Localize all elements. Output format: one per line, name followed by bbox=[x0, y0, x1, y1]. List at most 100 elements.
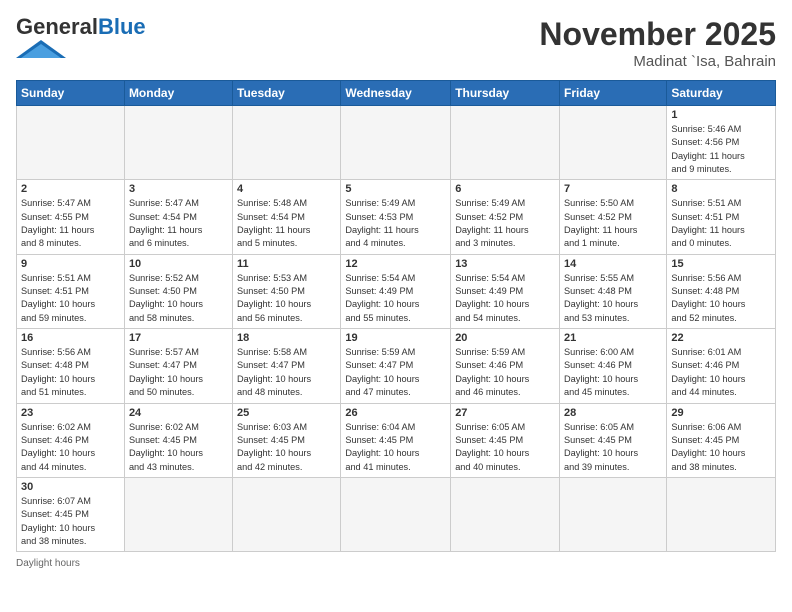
day-number: 8 bbox=[671, 183, 771, 195]
day-number: 20 bbox=[455, 332, 555, 344]
calendar-body: 1 Sunrise: 5:46 AM Sunset: 4:56 PM Daylig… bbox=[17, 106, 776, 552]
day-info: Sunrise: 5:46 AM Sunset: 4:56 PM Dayligh… bbox=[671, 123, 771, 176]
day-of-week-header: Wednesday bbox=[341, 81, 451, 106]
day-info: Sunrise: 5:48 AM Sunset: 4:54 PM Dayligh… bbox=[237, 197, 336, 250]
day-info: Sunrise: 5:49 AM Sunset: 4:53 PM Dayligh… bbox=[345, 197, 446, 250]
day-number: 1 bbox=[671, 109, 771, 121]
calendar-table: SundayMondayTuesdayWednesdayThursdayFrid… bbox=[16, 80, 776, 552]
calendar-day-cell bbox=[233, 106, 341, 180]
calendar-day-cell: 18Sunrise: 5:58 AM Sunset: 4:47 PM Dayli… bbox=[233, 329, 341, 403]
day-info: Sunrise: 6:04 AM Sunset: 4:45 PM Dayligh… bbox=[345, 421, 446, 474]
calendar-day-cell: 5 Sunrise: 5:49 AM Sunset: 4:53 PM Daylig… bbox=[341, 180, 451, 254]
calendar-day-cell: 11 Sunrise: 5:53 AM Sunset: 4:50 PM Dayli… bbox=[233, 254, 341, 328]
day-number: 16 bbox=[21, 332, 120, 344]
calendar-day-cell bbox=[560, 477, 667, 551]
calendar-day-cell: 12Sunrise: 5:54 AM Sunset: 4:49 PM Dayli… bbox=[341, 254, 451, 328]
calendar-day-cell: 26 Sunrise: 6:04 AM Sunset: 4:45 PM Dayli… bbox=[341, 403, 451, 477]
calendar-day-cell: 14 Sunrise: 5:55 AM Sunset: 4:48 PM Dayli… bbox=[560, 254, 667, 328]
day-number: 23 bbox=[21, 407, 120, 419]
day-info: Sunrise: 5:57 AM Sunset: 4:47 PM Dayligh… bbox=[129, 346, 228, 399]
calendar-day-cell bbox=[124, 106, 232, 180]
calendar-day-cell: 15 Sunrise: 5:56 AM Sunset: 4:48 PM Dayli… bbox=[667, 254, 776, 328]
day-info: Sunrise: 5:56 AM Sunset: 4:48 PM Dayligh… bbox=[21, 346, 120, 399]
day-info: Sunrise: 5:56 AM Sunset: 4:48 PM Dayligh… bbox=[671, 272, 771, 325]
day-number: 24 bbox=[129, 407, 228, 419]
calendar-week-row: 2Sunrise: 5:47 AM Sunset: 4:55 PM Daylig… bbox=[17, 180, 776, 254]
day-info: Sunrise: 6:06 AM Sunset: 4:45 PM Dayligh… bbox=[671, 421, 771, 474]
day-of-week-header: Saturday bbox=[667, 81, 776, 106]
calendar-header: SundayMondayTuesdayWednesdayThursdayFrid… bbox=[17, 81, 776, 106]
day-number: 22 bbox=[671, 332, 771, 344]
calendar-day-cell: 19Sunrise: 5:59 AM Sunset: 4:47 PM Dayli… bbox=[341, 329, 451, 403]
calendar-day-cell: 10 Sunrise: 5:52 AM Sunset: 4:50 PM Dayli… bbox=[124, 254, 232, 328]
day-info: Sunrise: 5:50 AM Sunset: 4:52 PM Dayligh… bbox=[564, 197, 662, 250]
page-header: GeneralBlue November 2025 Madinat `Isa, … bbox=[16, 16, 776, 70]
calendar-week-row: 23 Sunrise: 6:02 AM Sunset: 4:46 PM Dayli… bbox=[17, 403, 776, 477]
calendar-day-cell bbox=[451, 106, 560, 180]
calendar-day-cell: 28Sunrise: 6:05 AM Sunset: 4:45 PM Dayli… bbox=[560, 403, 667, 477]
day-of-week-header: Friday bbox=[560, 81, 667, 106]
calendar-day-cell: 22 Sunrise: 6:01 AM Sunset: 4:46 PM Dayli… bbox=[667, 329, 776, 403]
calendar-week-row: 30 Sunrise: 6:07 AM Sunset: 4:45 PM Dayli… bbox=[17, 477, 776, 551]
day-info: Sunrise: 5:53 AM Sunset: 4:50 PM Dayligh… bbox=[237, 272, 336, 325]
calendar-week-row: 9Sunrise: 5:51 AM Sunset: 4:51 PM Daylig… bbox=[17, 254, 776, 328]
calendar-day-cell: 30 Sunrise: 6:07 AM Sunset: 4:45 PM Dayli… bbox=[17, 477, 125, 551]
calendar-day-cell: 7Sunrise: 5:50 AM Sunset: 4:52 PM Daylig… bbox=[560, 180, 667, 254]
day-info: Sunrise: 6:07 AM Sunset: 4:45 PM Dayligh… bbox=[21, 495, 120, 548]
calendar-day-cell: 29 Sunrise: 6:06 AM Sunset: 4:45 PM Dayli… bbox=[667, 403, 776, 477]
day-info: Sunrise: 5:52 AM Sunset: 4:50 PM Dayligh… bbox=[129, 272, 228, 325]
day-number: 13 bbox=[455, 258, 555, 270]
day-number: 17 bbox=[129, 332, 228, 344]
day-number: 26 bbox=[345, 407, 446, 419]
calendar-day-cell bbox=[560, 106, 667, 180]
days-of-week-row: SundayMondayTuesdayWednesdayThursdayFrid… bbox=[17, 81, 776, 106]
logo-icon bbox=[16, 40, 66, 58]
day-info: Sunrise: 6:05 AM Sunset: 4:45 PM Dayligh… bbox=[564, 421, 662, 474]
calendar-day-cell: 17 Sunrise: 5:57 AM Sunset: 4:47 PM Dayli… bbox=[124, 329, 232, 403]
calendar-day-cell: 2Sunrise: 5:47 AM Sunset: 4:55 PM Daylig… bbox=[17, 180, 125, 254]
calendar-day-cell bbox=[341, 106, 451, 180]
day-number: 10 bbox=[129, 258, 228, 270]
calendar-day-cell: 24 Sunrise: 6:02 AM Sunset: 4:45 PM Dayli… bbox=[124, 403, 232, 477]
calendar-day-cell bbox=[17, 106, 125, 180]
day-info: Sunrise: 5:47 AM Sunset: 4:54 PM Dayligh… bbox=[129, 197, 228, 250]
day-info: Sunrise: 6:02 AM Sunset: 4:45 PM Dayligh… bbox=[129, 421, 228, 474]
day-number: 2 bbox=[21, 183, 120, 195]
logo-general: General bbox=[16, 14, 98, 39]
day-number: 25 bbox=[237, 407, 336, 419]
day-number: 9 bbox=[21, 258, 120, 270]
logo-wordmark: GeneralBlue bbox=[16, 16, 146, 38]
calendar-day-cell bbox=[341, 477, 451, 551]
calendar-day-cell: 25 Sunrise: 6:03 AM Sunset: 4:45 PM Dayli… bbox=[233, 403, 341, 477]
calendar-day-cell bbox=[233, 477, 341, 551]
day-number: 6 bbox=[455, 183, 555, 195]
day-info: Sunrise: 6:03 AM Sunset: 4:45 PM Dayligh… bbox=[237, 421, 336, 474]
calendar-day-cell: 16 Sunrise: 5:56 AM Sunset: 4:48 PM Dayli… bbox=[17, 329, 125, 403]
calendar-week-row: 1 Sunrise: 5:46 AM Sunset: 4:56 PM Daylig… bbox=[17, 106, 776, 180]
day-number: 4 bbox=[237, 183, 336, 195]
footer-note: Daylight hours bbox=[16, 558, 776, 569]
day-number: 12 bbox=[345, 258, 446, 270]
calendar-day-cell: 6Sunrise: 5:49 AM Sunset: 4:52 PM Daylig… bbox=[451, 180, 560, 254]
day-number: 3 bbox=[129, 183, 228, 195]
day-number: 15 bbox=[671, 258, 771, 270]
day-number: 27 bbox=[455, 407, 555, 419]
day-number: 30 bbox=[21, 481, 120, 493]
day-of-week-header: Sunday bbox=[17, 81, 125, 106]
calendar-day-cell: 20Sunrise: 5:59 AM Sunset: 4:46 PM Dayli… bbox=[451, 329, 560, 403]
calendar-day-cell: 8Sunrise: 5:51 AM Sunset: 4:51 PM Daylig… bbox=[667, 180, 776, 254]
day-number: 11 bbox=[237, 258, 336, 270]
day-number: 14 bbox=[564, 258, 662, 270]
day-number: 29 bbox=[671, 407, 771, 419]
day-info: Sunrise: 6:02 AM Sunset: 4:46 PM Dayligh… bbox=[21, 421, 120, 474]
day-info: Sunrise: 5:59 AM Sunset: 4:47 PM Dayligh… bbox=[345, 346, 446, 399]
title-block: November 2025 Madinat `Isa, Bahrain bbox=[539, 16, 776, 70]
calendar-day-cell: 9Sunrise: 5:51 AM Sunset: 4:51 PM Daylig… bbox=[17, 254, 125, 328]
day-info: Sunrise: 5:54 AM Sunset: 4:49 PM Dayligh… bbox=[455, 272, 555, 325]
calendar-day-cell bbox=[124, 477, 232, 551]
day-number: 18 bbox=[237, 332, 336, 344]
day-of-week-header: Thursday bbox=[451, 81, 560, 106]
day-number: 5 bbox=[345, 183, 446, 195]
day-info: Sunrise: 6:01 AM Sunset: 4:46 PM Dayligh… bbox=[671, 346, 771, 399]
day-info: Sunrise: 5:55 AM Sunset: 4:48 PM Dayligh… bbox=[564, 272, 662, 325]
